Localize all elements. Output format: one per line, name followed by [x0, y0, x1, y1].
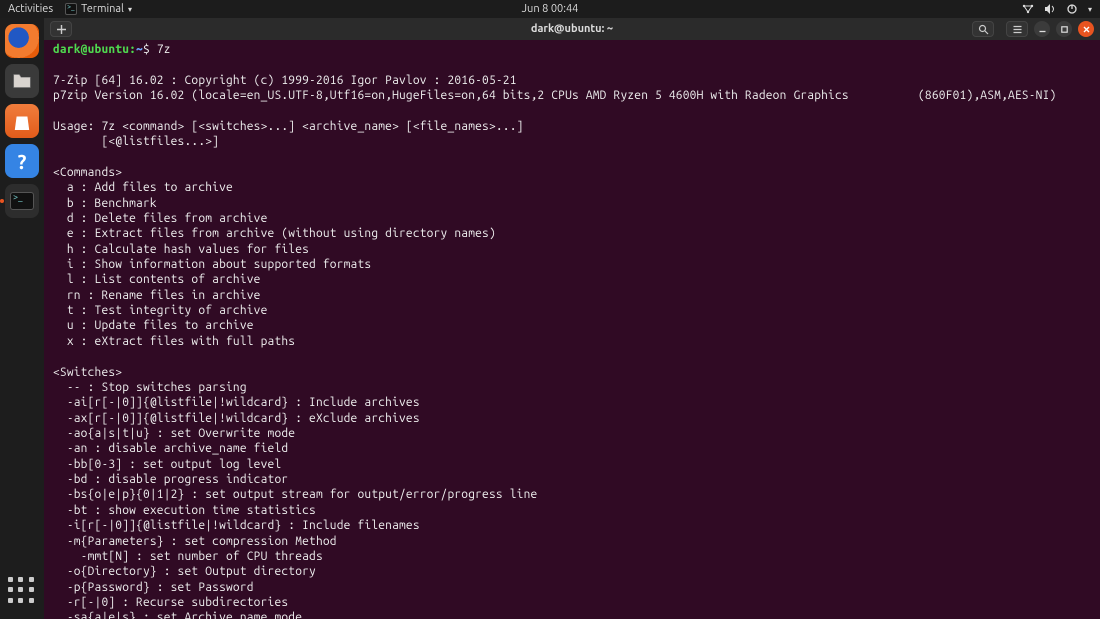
- ubuntu-dock: ? >_: [0, 18, 44, 619]
- network-icon: [1022, 3, 1034, 15]
- terminal-icon: >_: [10, 192, 34, 210]
- new-tab-button[interactable]: [50, 21, 72, 37]
- show-applications-button[interactable]: [8, 577, 36, 605]
- window-title: dark@ubuntu: ~: [531, 23, 613, 35]
- terminal-menu-label: Terminal: [81, 3, 124, 15]
- bag-icon: [13, 112, 31, 130]
- terminal-output: 7-Zip [64] 16.02 : Copyright (c) 1999-20…: [53, 74, 1056, 619]
- search-icon: [978, 24, 989, 35]
- maximize-button[interactable]: [1056, 21, 1072, 37]
- minimize-icon: [1038, 25, 1047, 34]
- dock-terminal[interactable]: >_: [5, 184, 39, 218]
- dock-software[interactable]: [5, 104, 39, 138]
- prompt-path: ~: [136, 43, 143, 56]
- activities-button[interactable]: Activities: [8, 3, 53, 15]
- chevron-down-icon: ▾: [1088, 5, 1092, 14]
- hamburger-icon: [1012, 24, 1023, 35]
- search-button[interactable]: [972, 21, 994, 37]
- system-status-area[interactable]: ▾: [1022, 3, 1092, 15]
- menu-button[interactable]: [1006, 21, 1028, 37]
- prompt-userhost: dark@ubuntu: [53, 43, 129, 56]
- clock[interactable]: Jun 8 00:44: [522, 3, 579, 15]
- chevron-down-icon: ▾: [128, 5, 132, 14]
- dock-files[interactable]: [5, 64, 39, 98]
- topbar-left: Activities >_ Terminal ▾: [8, 3, 132, 15]
- prompt-command: 7z: [157, 43, 171, 56]
- close-button[interactable]: [1078, 21, 1094, 37]
- terminal-viewport[interactable]: dark@ubuntu:~$ 7z 7-Zip [64] 16.02 : Cop…: [44, 40, 1100, 619]
- terminal-app-menu[interactable]: >_ Terminal ▾: [65, 3, 132, 15]
- terminal-window: dark@ubuntu: ~ dark@ubuntu:~$ 7z 7-Zip […: [44, 18, 1100, 619]
- volume-icon: [1044, 3, 1056, 15]
- folder-icon: [11, 70, 33, 92]
- plus-icon: [56, 24, 67, 35]
- close-icon: [1082, 25, 1091, 34]
- terminal-menu-icon: >_: [65, 3, 77, 15]
- dock-firefox[interactable]: [5, 24, 39, 58]
- power-icon: [1066, 3, 1078, 15]
- gnome-top-bar: Activities >_ Terminal ▾ Jun 8 00:44 ▾: [0, 0, 1100, 18]
- minimize-button[interactable]: [1034, 21, 1050, 37]
- window-headerbar: dark@ubuntu: ~: [44, 18, 1100, 40]
- dock-help[interactable]: ?: [5, 144, 39, 178]
- maximize-icon: [1060, 25, 1069, 34]
